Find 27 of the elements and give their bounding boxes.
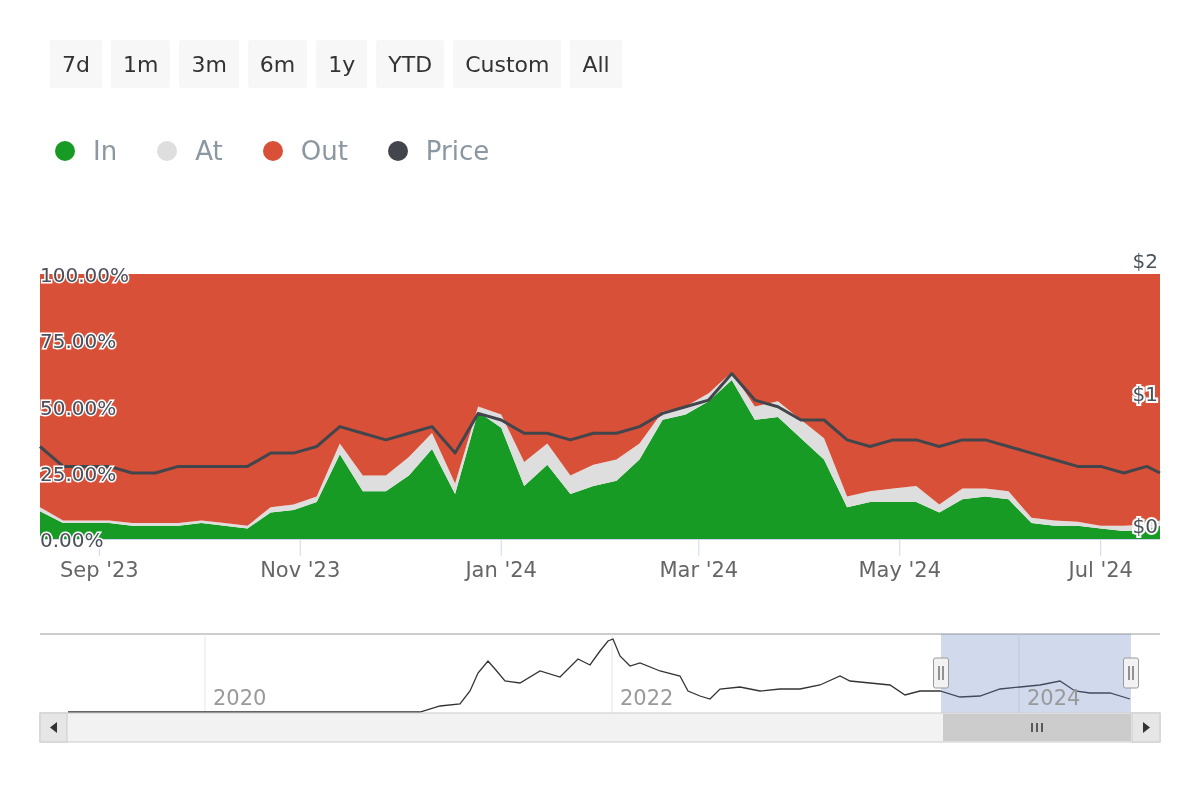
range-button[interactable]: 3m bbox=[179, 40, 239, 88]
scroll-right-icon[interactable] bbox=[1131, 712, 1161, 743]
y-axis-label: 25.00% bbox=[40, 461, 117, 486]
y-axis-label: $2 bbox=[1132, 251, 1158, 273]
y-axis-label: 75.00% bbox=[40, 329, 117, 354]
scrollbar-thumb[interactable] bbox=[943, 714, 1131, 741]
x-axis-label: Jan '24 bbox=[465, 558, 537, 582]
range-button[interactable]: 1y bbox=[316, 40, 368, 88]
x-axis-label: Sep '23 bbox=[59, 558, 139, 582]
x-axis-label: Mar '24 bbox=[659, 558, 739, 582]
year-label: 2024 bbox=[1027, 686, 1081, 710]
x-axis-label: May '24 bbox=[858, 558, 942, 582]
range-button[interactable]: All bbox=[570, 40, 622, 88]
range-button[interactable]: 6m bbox=[247, 40, 308, 88]
range-button[interactable]: 7d bbox=[50, 40, 102, 88]
scroll-left-icon[interactable] bbox=[39, 712, 68, 743]
range-button[interactable]: Custom bbox=[453, 40, 562, 88]
x-axis-label: Jul '24 bbox=[1068, 558, 1133, 582]
year-label: 2020 bbox=[213, 686, 267, 710]
navigator-handle[interactable] bbox=[933, 657, 949, 689]
year-label: 2022 bbox=[620, 686, 674, 710]
range-button[interactable]: 1m bbox=[110, 40, 171, 88]
range-button[interactable]: YTD bbox=[376, 40, 445, 88]
x-axis-label: Nov '23 bbox=[260, 558, 341, 582]
y-axis-label: $1 bbox=[1132, 381, 1158, 406]
y-axis-label: 50.00% bbox=[40, 395, 117, 420]
navigator-handle[interactable] bbox=[1123, 657, 1139, 689]
